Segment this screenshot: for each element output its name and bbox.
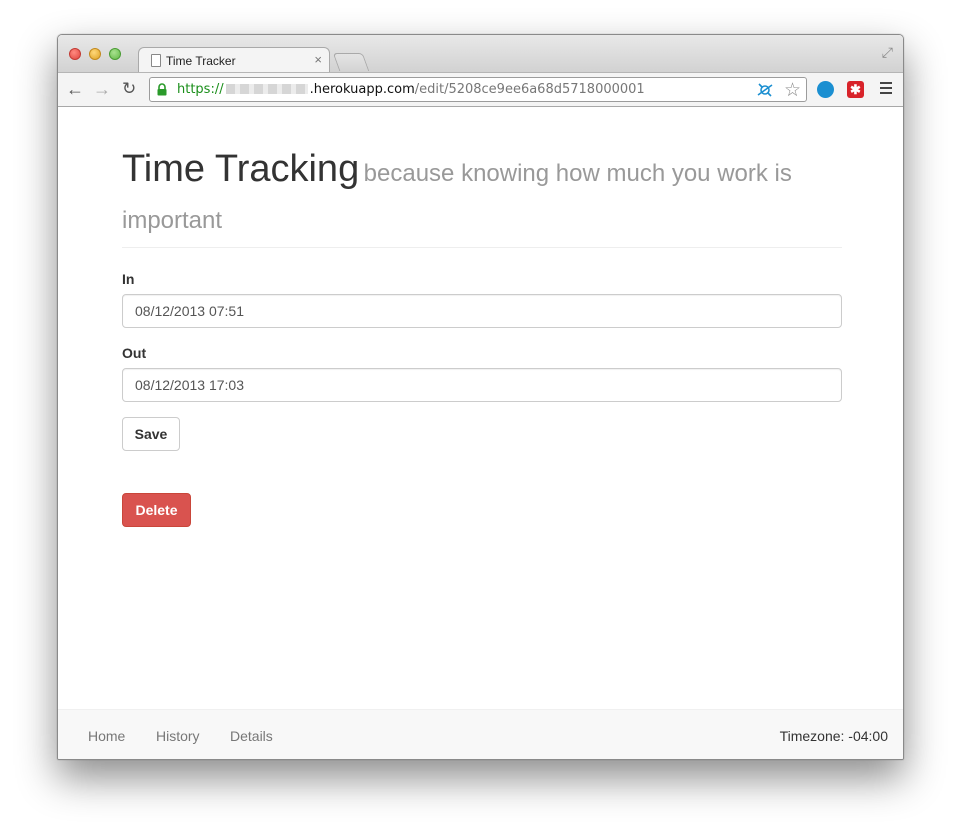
extension-satellite-icon[interactable] — [756, 81, 774, 99]
back-icon[interactable]: ← — [66, 79, 84, 99]
extension-lastpass-icon[interactable] — [817, 81, 834, 98]
browser-window: Time Tracker × ⤢ ← → ↻ https:// .herokuap… — [57, 34, 904, 760]
out-time-input[interactable]: 08/12/2013 17:03 — [122, 368, 842, 402]
page-title: Time Tracking — [122, 148, 360, 190]
page-content: Time Tracking because knowing how much y… — [58, 107, 903, 759]
url-text: https:// .herokuapp.com/edit/5208ce9ee6a6… — [177, 82, 645, 97]
page-title-block: Time Tracking because knowing how much y… — [122, 147, 842, 246]
footer-link-home[interactable]: Home — [88, 728, 125, 744]
out-label: Out — [122, 345, 147, 361]
menu-icon[interactable] — [880, 82, 892, 95]
forward-icon[interactable]: → — [93, 79, 111, 99]
page-header: Time Tracking because knowing how much y… — [122, 147, 842, 246]
fullscreen-icon[interactable]: ⤢ — [882, 44, 893, 61]
footer-navbar: Home History Details Timezone: -04:00 — [58, 709, 903, 759]
close-window-button[interactable] — [69, 48, 81, 60]
address-bar[interactable]: https:// .herokuapp.com/edit/5208ce9ee6a6… — [149, 77, 807, 102]
document-icon — [151, 54, 161, 67]
maximize-window-button[interactable] — [109, 48, 121, 60]
browser-toolbar: ← → ↻ https:// .herokuapp.com/edit/5208ce… — [58, 72, 903, 107]
save-button[interactable]: Save — [122, 417, 180, 451]
new-tab-button[interactable] — [332, 53, 370, 71]
footer-link-history[interactable]: History — [156, 728, 200, 744]
browser-tab[interactable]: Time Tracker × — [138, 47, 330, 73]
delete-button[interactable]: Delete — [122, 493, 191, 527]
lock-icon — [157, 83, 167, 96]
minimize-window-button[interactable] — [89, 48, 101, 60]
tab-close-icon[interactable]: × — [314, 52, 322, 67]
url-scheme: https:// — [177, 82, 224, 97]
title-bar: Time Tracker × ⤢ — [58, 35, 903, 73]
redacted-subdomain — [225, 84, 308, 94]
url-path: /edit/5208ce9ee6a68d5718000001 — [414, 82, 645, 97]
extension-red-icon[interactable]: ✱ — [847, 81, 864, 98]
footer-link-details[interactable]: Details — [230, 728, 273, 744]
bookmark-star-icon[interactable]: ☆ — [784, 79, 801, 101]
timezone-text: Timezone: -04:00 — [779, 728, 888, 744]
url-host: .herokuapp.com — [309, 82, 415, 97]
reload-icon[interactable]: ↻ — [122, 79, 136, 99]
header-divider — [122, 247, 842, 248]
in-time-input[interactable]: 08/12/2013 07:51 — [122, 294, 842, 328]
in-label: In — [122, 271, 135, 287]
tab-title: Time Tracker — [166, 54, 236, 68]
